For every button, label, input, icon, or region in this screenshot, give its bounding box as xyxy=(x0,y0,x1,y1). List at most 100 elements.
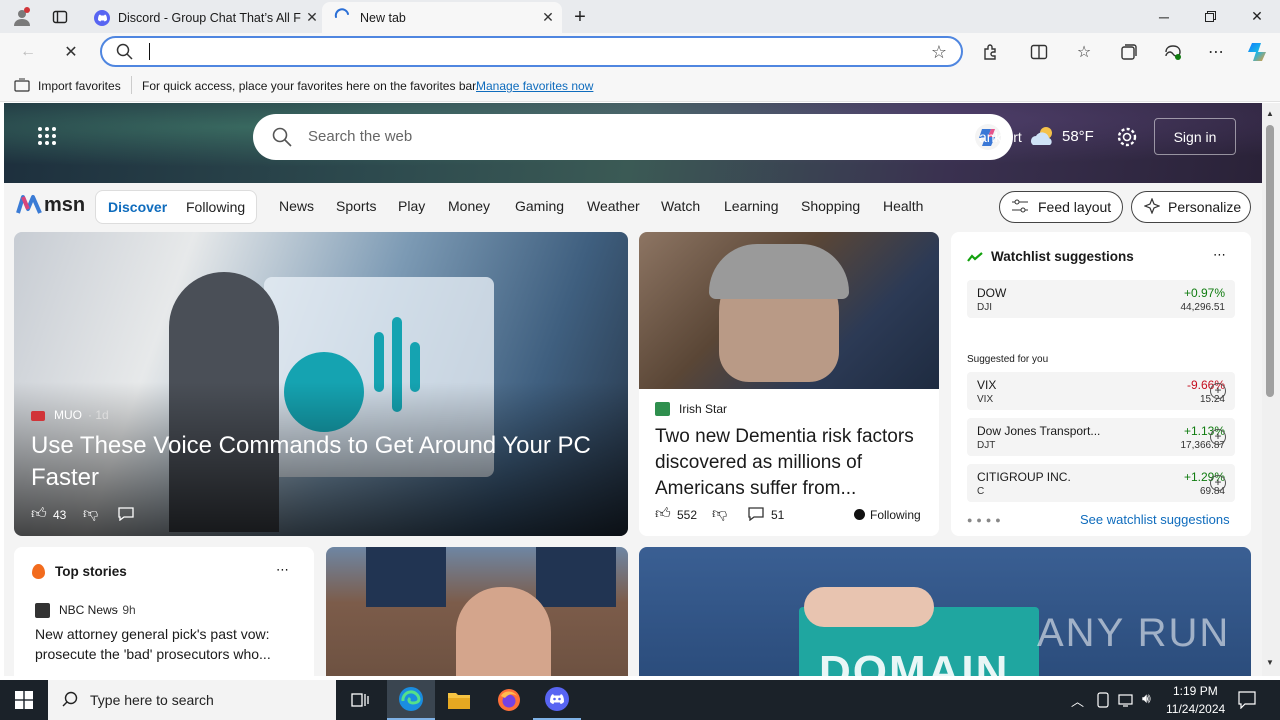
close-tab-icon[interactable]: ✕ xyxy=(302,9,322,26)
like-icon[interactable]: 👍︎ xyxy=(31,505,47,523)
nav-gaming[interactable]: Gaming xyxy=(515,198,564,214)
copilot-icon[interactable] xyxy=(1244,39,1270,65)
close-window-icon[interactable]: ✕ xyxy=(1234,0,1280,33)
split-screen-icon[interactable] xyxy=(1026,39,1052,65)
dementia-story-card[interactable]: Irish Star Two new Dementia risk factors… xyxy=(639,232,939,536)
notifications-icon[interactable] xyxy=(1238,691,1256,712)
story-headline[interactable]: New attorney general pick's past vow: pr… xyxy=(35,624,300,664)
scroll-down-icon[interactable]: ▼ xyxy=(1266,658,1274,667)
taskbar-time[interactable]: 1:19 PM xyxy=(1173,684,1218,698)
network-icon[interactable] xyxy=(1118,692,1136,711)
minimize-icon[interactable]: ─ xyxy=(1141,0,1187,33)
nav-health[interactable]: Health xyxy=(883,198,923,214)
close-tab-icon[interactable]: ✕ xyxy=(538,9,558,26)
tab-discover[interactable]: Discover xyxy=(108,199,167,215)
back-icon[interactable]: ← xyxy=(15,39,41,65)
nav-news[interactable]: News xyxy=(279,198,314,214)
msn-nav-row: msn Discover Following News Sports Play … xyxy=(4,187,1262,227)
browser-essentials-icon[interactable] xyxy=(1160,39,1186,65)
comment-icon[interactable] xyxy=(118,507,134,524)
restore-icon[interactable] xyxy=(1187,0,1233,33)
nav-watch[interactable]: Watch xyxy=(661,198,700,214)
app-launcher-icon[interactable] xyxy=(37,126,57,149)
weather-location[interactable]: ankfurt xyxy=(979,129,1022,145)
device-icon[interactable] xyxy=(1096,692,1110,711)
dislike-icon[interactable]: 👎︎ xyxy=(712,505,727,523)
nav-money[interactable]: Money xyxy=(448,198,490,214)
tab-discord[interactable]: Discord - Group Chat That’s All F ✕ xyxy=(84,2,322,33)
taskbar-search-box[interactable]: Type here to search xyxy=(48,680,336,720)
add-citigroup-icon[interactable]: + xyxy=(1210,475,1226,491)
pagination-dots[interactable]: ●●●● xyxy=(967,515,1005,525)
more-menu-icon[interactable]: ⋯ xyxy=(1203,39,1229,65)
stop-loading-icon[interactable]: ✕ xyxy=(58,39,84,65)
volume-icon[interactable]: 🔊︎ xyxy=(1142,690,1151,707)
nav-sports[interactable]: Sports xyxy=(336,198,376,214)
see-watchlist-link[interactable]: See watchlist suggestions xyxy=(1080,512,1230,527)
story-headline[interactable]: Use These Voice Commands to Get Around Y… xyxy=(31,430,611,494)
firefox-icon[interactable] xyxy=(485,680,533,720)
taskbar-date[interactable]: 11/24/2024 xyxy=(1166,702,1225,716)
msn-logo-icon[interactable] xyxy=(16,192,42,221)
stock-row-vix[interactable]: VIX VIX -9.66% 15.24 xyxy=(967,372,1235,410)
solar-story-card[interactable] xyxy=(326,547,628,676)
extensions-icon[interactable] xyxy=(978,39,1004,65)
show-hidden-icons-icon[interactable]: ︿ xyxy=(1071,691,1084,710)
tab-following[interactable]: Following xyxy=(186,199,245,215)
following-button[interactable]: Following xyxy=(870,508,921,522)
top-stories-card: Top stories ⋯ NBC News · 9h New attorney… xyxy=(14,547,314,676)
import-favorites-button[interactable]: Import favorites xyxy=(38,79,121,93)
sign-in-button[interactable]: Sign in xyxy=(1154,118,1236,155)
address-bar[interactable]: ☆ xyxy=(100,36,963,67)
feed-layout-button[interactable]: Feed layout xyxy=(999,191,1123,223)
nav-weather[interactable]: Weather xyxy=(587,198,640,214)
stock-row-djt[interactable]: Dow Jones Transport... DJT +1.13% 17,366… xyxy=(967,418,1235,456)
edge-taskbar-icon[interactable] xyxy=(387,680,435,720)
msn-search-box[interactable]: Search the web xyxy=(253,114,1013,160)
manage-favorites-link[interactable]: Manage favorites now xyxy=(476,79,593,93)
dislike-icon[interactable]: 👎︎ xyxy=(83,505,98,523)
stock-row-citigroup[interactable]: CITIGROUP INC. C +1.29% 69.84 xyxy=(967,464,1235,502)
more-options-icon[interactable]: ⋯ xyxy=(1213,247,1226,263)
stock-row-dow[interactable]: DOW DJI +0.97% 44,296.51 xyxy=(967,280,1235,318)
story-headline[interactable]: Two new Dementia risk factors discovered… xyxy=(655,424,930,502)
nav-learning[interactable]: Learning xyxy=(724,198,779,214)
add-djt-icon[interactable]: + xyxy=(1210,429,1226,445)
scroll-thumb[interactable] xyxy=(1266,125,1274,397)
story-image xyxy=(639,232,939,389)
favorite-star-icon[interactable]: ☆ xyxy=(931,42,947,63)
taskbar-search-input[interactable]: Type here to search xyxy=(90,692,214,708)
vertical-scrollbar[interactable]: ▲ ▼ xyxy=(1262,103,1280,676)
scroll-up-icon[interactable]: ▲ xyxy=(1266,109,1274,118)
msn-search-input[interactable]: Search the web xyxy=(308,128,412,145)
search-icon xyxy=(272,127,292,150)
domain-story-card[interactable]: DOMAIN ANY RUN xyxy=(639,547,1251,676)
profile-icon[interactable] xyxy=(11,6,33,28)
settings-gear-icon[interactable] xyxy=(1116,126,1138,151)
personalize-button[interactable]: Personalize xyxy=(1131,191,1251,223)
more-options-icon[interactable]: ⋯ xyxy=(276,562,289,578)
tab-title: New tab xyxy=(360,10,406,25)
text-cursor xyxy=(149,43,150,60)
msn-logo-text[interactable]: msn xyxy=(44,194,85,217)
add-vix-icon[interactable]: + xyxy=(1210,383,1226,399)
stock-ticker: DJI xyxy=(977,302,992,313)
discord-taskbar-icon[interactable] xyxy=(533,680,581,720)
comment-icon[interactable] xyxy=(748,507,764,524)
nav-play[interactable]: Play xyxy=(398,198,425,214)
windows-start-icon[interactable] xyxy=(0,680,48,720)
story-source: NBC News xyxy=(59,603,118,617)
tab-actions-icon[interactable] xyxy=(49,6,71,28)
favorites-icon[interactable]: ☆ xyxy=(1071,39,1097,65)
collections-icon[interactable] xyxy=(1116,39,1142,65)
new-tab-icon[interactable]: + xyxy=(569,6,591,28)
task-view-icon[interactable] xyxy=(336,680,384,720)
stock-ticker: DJT xyxy=(977,440,996,451)
hero-story-card[interactable]: MUO · 1d Use These Voice Commands to Get… xyxy=(14,232,628,536)
search-icon xyxy=(62,691,78,710)
tab-new-tab[interactable]: New tab ✕ xyxy=(322,2,562,33)
nav-shopping[interactable]: Shopping xyxy=(801,198,860,214)
weather-temp[interactable]: 58°F xyxy=(1062,128,1094,145)
like-icon[interactable]: 👍︎ xyxy=(655,505,671,523)
file-explorer-icon[interactable] xyxy=(435,680,483,720)
